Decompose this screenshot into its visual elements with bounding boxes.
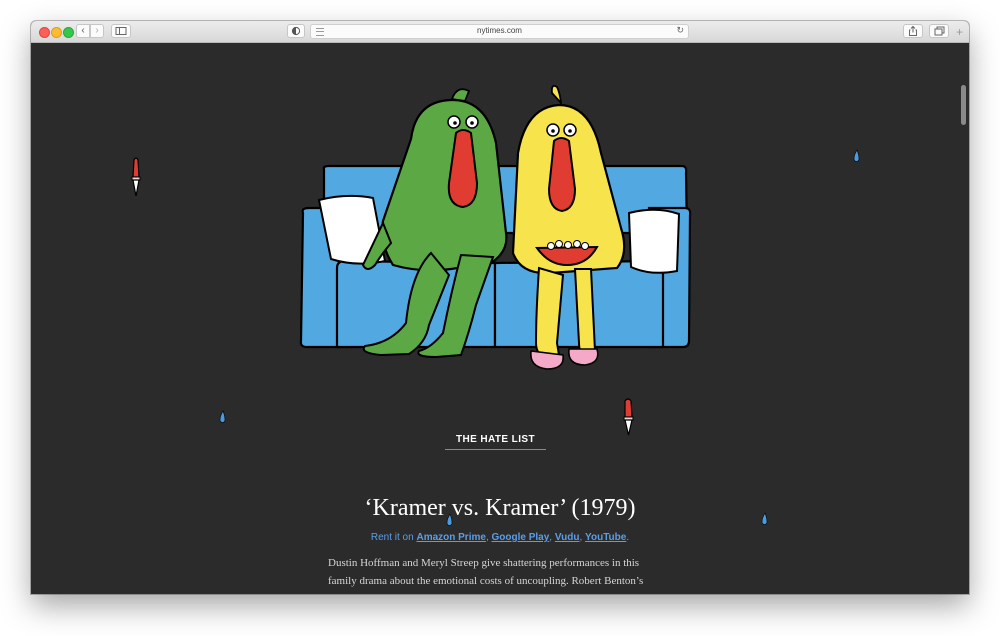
address-bar[interactable]: nytimes.com ↻ xyxy=(310,24,689,39)
sidebar-icon xyxy=(115,27,127,35)
link-vudu[interactable]: Vudu xyxy=(555,532,580,543)
water-drop-icon xyxy=(219,410,226,423)
zoom-window-button[interactable] xyxy=(63,27,74,38)
headline-year: (1979) xyxy=(571,495,636,521)
rent-suffix: . xyxy=(626,532,630,543)
knife-icon xyxy=(131,157,141,197)
section-label[interactable]: THE HATE LIST xyxy=(445,434,546,445)
water-drop-icon xyxy=(853,149,860,162)
new-tab-icon[interactable]: + xyxy=(956,25,963,39)
article-headline: ‘Kramer vs. Kramer’ (1979) xyxy=(31,495,969,522)
article-body: Dustin Hoffman and Meryl Streep give sha… xyxy=(328,557,644,594)
shield-icon xyxy=(291,26,301,36)
link-google-play[interactable]: Google Play xyxy=(492,532,550,543)
browser-toolbar: ‹ › nytimes.com ↻ + xyxy=(31,21,969,43)
section-label-rule xyxy=(445,449,546,450)
tabs-icon xyxy=(934,26,945,36)
rent-prefix: Rent it on xyxy=(370,532,414,543)
page-content: THE HATE LIST ‘Kramer vs. Kramer’ (1979)… xyxy=(31,43,969,594)
link-amazon-prime[interactable]: Amazon Prime xyxy=(416,532,485,543)
back-icon[interactable]: ‹ xyxy=(76,24,90,38)
url-text: nytimes.com xyxy=(477,26,522,35)
browser-window: ‹ › nytimes.com ↻ + THE HATE LIST ‘Krame… xyxy=(31,21,969,594)
headline-title: ‘Kramer vs. Kramer’ xyxy=(364,495,566,521)
forward-icon[interactable]: › xyxy=(90,24,104,38)
tabs-button[interactable] xyxy=(929,24,949,38)
scrollbar[interactable] xyxy=(961,85,966,125)
close-window-button[interactable] xyxy=(39,27,50,38)
link-youtube[interactable]: YouTube xyxy=(585,532,626,543)
rent-links: Rent it on Amazon Prime, Google Play, Vu… xyxy=(31,532,969,543)
privacy-button[interactable] xyxy=(287,24,305,38)
knife-icon xyxy=(623,398,634,436)
share-icon xyxy=(909,25,917,36)
minimize-window-button[interactable] xyxy=(51,27,62,38)
sidebar-button[interactable] xyxy=(111,24,131,38)
share-button[interactable] xyxy=(903,24,923,38)
reload-icon[interactable]: ↻ xyxy=(676,25,684,36)
